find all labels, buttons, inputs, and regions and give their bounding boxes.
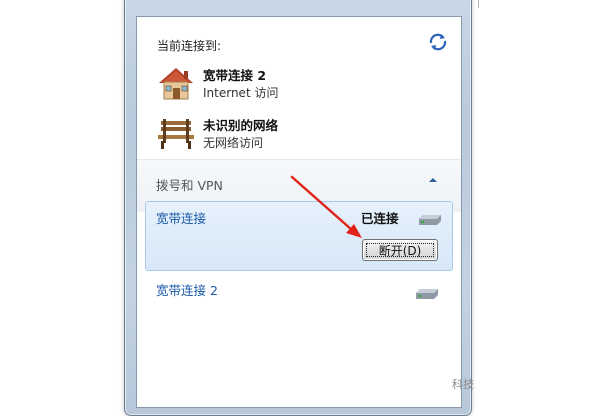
focus-rectangle (366, 243, 434, 257)
watermark-text: 科技 (452, 378, 474, 391)
network-status: Internet 访问 (203, 86, 279, 100)
modem-icon (416, 289, 438, 299)
connection-name[interactable]: 宽带连接 (156, 208, 206, 227)
corner-tick (478, 0, 479, 8)
park-bench-network-icon (158, 119, 194, 149)
section-title: 拨号和 VPN (156, 178, 223, 193)
currently-connected-header: 当前连接到: (157, 39, 222, 53)
network-name[interactable]: 未识别的网络 (203, 115, 278, 134)
chevron-up-icon[interactable] (427, 174, 439, 186)
connection-name[interactable]: 宽带连接 2 (156, 280, 218, 299)
disconnect-button[interactable]: 断开(D) (362, 239, 438, 261)
refresh-icon[interactable] (427, 31, 449, 53)
network-flyout-panel: 当前连接到: 宽带连接 2 Internet 访问 未识别的网络 无网络访问 拨… (136, 16, 462, 408)
network-status: 无网络访问 (203, 136, 264, 150)
network-name[interactable]: 宽带连接 2 (203, 65, 266, 84)
modem-icon (419, 215, 441, 225)
connection-status: 已连接 (361, 211, 399, 226)
house-network-icon (159, 68, 193, 100)
